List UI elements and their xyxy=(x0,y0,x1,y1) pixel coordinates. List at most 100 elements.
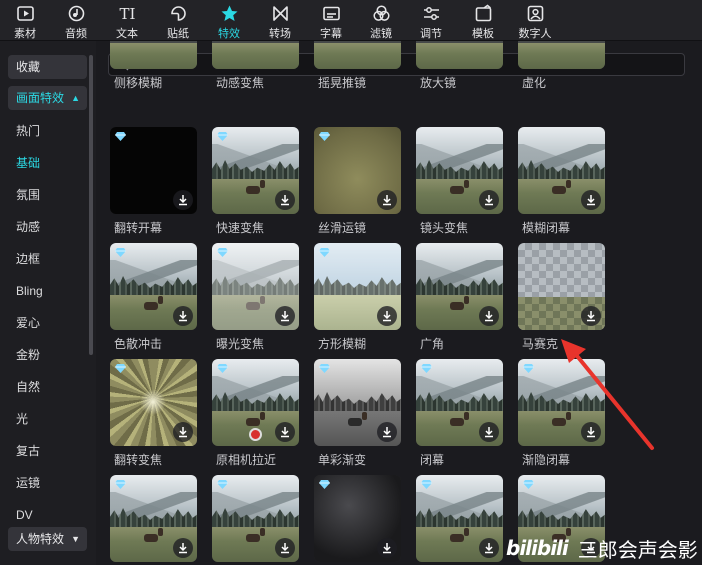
download-button[interactable] xyxy=(173,538,193,558)
effect-card[interactable] xyxy=(110,475,197,562)
effect-thumbnail[interactable] xyxy=(110,243,197,330)
download-button[interactable] xyxy=(275,306,295,326)
sidebar-item[interactable]: 自然 xyxy=(16,379,40,395)
effect-label: 原相机拉近 xyxy=(216,453,277,467)
effect-thumbnail[interactable] xyxy=(518,41,605,69)
download-button[interactable] xyxy=(377,190,397,210)
effect-thumbnail[interactable] xyxy=(212,41,299,69)
download-button[interactable] xyxy=(581,306,601,326)
download-button[interactable] xyxy=(479,190,499,210)
toolbar-tab-7[interactable]: 滤镜 xyxy=(356,0,406,41)
download-button[interactable] xyxy=(377,538,397,558)
effect-thumbnail[interactable] xyxy=(314,243,401,330)
effect-thumbnail[interactable] xyxy=(416,475,503,562)
sidebar-item[interactable]: 热门 xyxy=(16,123,40,139)
toolbar-tab-2[interactable]: TI 文本 xyxy=(102,0,152,41)
effect-card[interactable]: 模糊闭幕 xyxy=(518,127,605,235)
sidebar-item[interactable]: Bling xyxy=(16,283,43,299)
download-button[interactable] xyxy=(377,306,397,326)
sidebar-item[interactable]: 复古 xyxy=(16,443,40,459)
download-button[interactable] xyxy=(479,538,499,558)
toolbar-tab-0[interactable]: 素材 xyxy=(0,0,50,41)
effect-thumbnail[interactable] xyxy=(314,359,401,446)
sidebar-item[interactable]: 氛围 xyxy=(16,187,40,203)
effect-thumbnail[interactable] xyxy=(518,243,605,330)
sidebar-item[interactable]: 爱心 xyxy=(16,315,40,331)
effect-card[interactable]: 方形模糊 xyxy=(314,243,401,351)
effect-thumbnail[interactable] xyxy=(416,243,503,330)
download-button[interactable] xyxy=(275,538,295,558)
effect-thumbnail[interactable] xyxy=(212,475,299,562)
download-button[interactable] xyxy=(479,306,499,326)
sidebar-item[interactable]: 光 xyxy=(16,411,28,427)
effect-thumbnail[interactable] xyxy=(110,475,197,562)
effect-thumbnail[interactable] xyxy=(416,41,503,69)
sidebar-scrollbar[interactable] xyxy=(89,55,93,355)
effect-card[interactable]: 色散冲击 xyxy=(110,243,197,351)
sidebar-item[interactable]: 边框 xyxy=(16,251,40,267)
toolbar-tab-3[interactable]: 贴纸 xyxy=(153,0,203,41)
effect-card[interactable]: 闭幕 xyxy=(416,359,503,467)
download-button[interactable] xyxy=(173,422,193,442)
download-button[interactable] xyxy=(479,422,499,442)
effect-card[interactable]: 侧移模糊 xyxy=(110,41,197,90)
toolbar-tab-10[interactable]: 数字人 xyxy=(510,0,560,41)
effect-card[interactable]: 原相机拉近 xyxy=(212,359,299,467)
toolbar-tab-9[interactable]: 模板 xyxy=(458,0,508,41)
effect-card[interactable]: 虚化 xyxy=(518,41,605,90)
effect-thumbnail[interactable] xyxy=(212,359,299,446)
effect-card[interactable]: 渐隐闭幕 xyxy=(518,359,605,467)
effect-thumbnail[interactable] xyxy=(110,127,197,214)
effect-thumbnail[interactable] xyxy=(416,359,503,446)
effect-thumbnail[interactable] xyxy=(110,359,197,446)
sidebar-favorites-button[interactable]: 收藏 xyxy=(8,55,87,79)
sidebar-person-effects-button[interactable]: 人物特效 ▼ xyxy=(8,527,87,551)
premium-gem-icon xyxy=(115,248,126,257)
effect-card[interactable] xyxy=(416,475,503,562)
download-button[interactable] xyxy=(377,422,397,442)
sidebar-screen-effects-button[interactable]: 画面特效 ▲ xyxy=(8,86,87,110)
sidebar-item[interactable]: DV xyxy=(16,507,33,523)
download-button[interactable] xyxy=(275,190,295,210)
effect-thumbnail[interactable] xyxy=(212,243,299,330)
download-button[interactable] xyxy=(173,190,193,210)
download-button[interactable] xyxy=(173,306,193,326)
sidebar-item[interactable]: 动感 xyxy=(16,219,40,235)
effect-card[interactable]: 动感变焦 xyxy=(212,41,299,90)
effect-card[interactable]: 镜头变焦 xyxy=(416,127,503,235)
effect-card[interactable]: 广角 xyxy=(416,243,503,351)
effect-card[interactable]: 单彩渐变 xyxy=(314,359,401,467)
effect-card[interactable]: 摇晃推镜 xyxy=(314,41,401,90)
effect-label: 翻转变焦 xyxy=(114,453,163,467)
toolbar-tab-8[interactable]: 调节 xyxy=(406,0,456,41)
toolbar-tab-1[interactable]: 音频 xyxy=(51,0,101,41)
effect-card[interactable]: 快速变焦 xyxy=(212,127,299,235)
effects-sidebar: 收藏 画面特效 ▲ 热门基础氛围动感边框 Bling 爱心金粉自然光复古运镜 DV 人… xyxy=(0,41,96,565)
sidebar-item[interactable]: 基础 xyxy=(16,155,40,171)
effect-card[interactable] xyxy=(212,475,299,562)
effect-thumbnail[interactable] xyxy=(518,359,605,446)
toolbar-tab-6[interactable]: 字幕 xyxy=(306,0,356,41)
effect-card[interactable]: 曝光变焦 xyxy=(212,243,299,351)
effect-card[interactable]: 翻转开幕 xyxy=(110,127,197,235)
effect-thumbnail[interactable] xyxy=(416,127,503,214)
effect-thumbnail[interactable] xyxy=(314,127,401,214)
effect-card[interactable]: 丝滑运镜 xyxy=(314,127,401,235)
effect-thumbnail[interactable] xyxy=(518,127,605,214)
sidebar-item[interactable]: 运镜 xyxy=(16,475,40,491)
download-button[interactable] xyxy=(581,190,601,210)
effect-card[interactable]: 翻转变焦 xyxy=(110,359,197,467)
download-button[interactable] xyxy=(275,422,295,442)
effect-thumbnail[interactable] xyxy=(110,41,197,69)
effect-thumbnail[interactable] xyxy=(314,41,401,69)
effect-card[interactable] xyxy=(314,475,401,562)
effect-card[interactable]: 马赛克 xyxy=(518,243,605,351)
effect-thumbnail[interactable] xyxy=(314,475,401,562)
download-button[interactable] xyxy=(581,422,601,442)
sidebar-item[interactable]: 金粉 xyxy=(16,347,40,363)
effect-thumbnail[interactable] xyxy=(212,127,299,214)
effect-card[interactable]: 放大镜 xyxy=(416,41,503,90)
filter-icon xyxy=(372,5,390,21)
toolbar-tab-4[interactable]: 特效 xyxy=(204,0,254,41)
toolbar-tab-5[interactable]: 转场 xyxy=(255,0,305,41)
